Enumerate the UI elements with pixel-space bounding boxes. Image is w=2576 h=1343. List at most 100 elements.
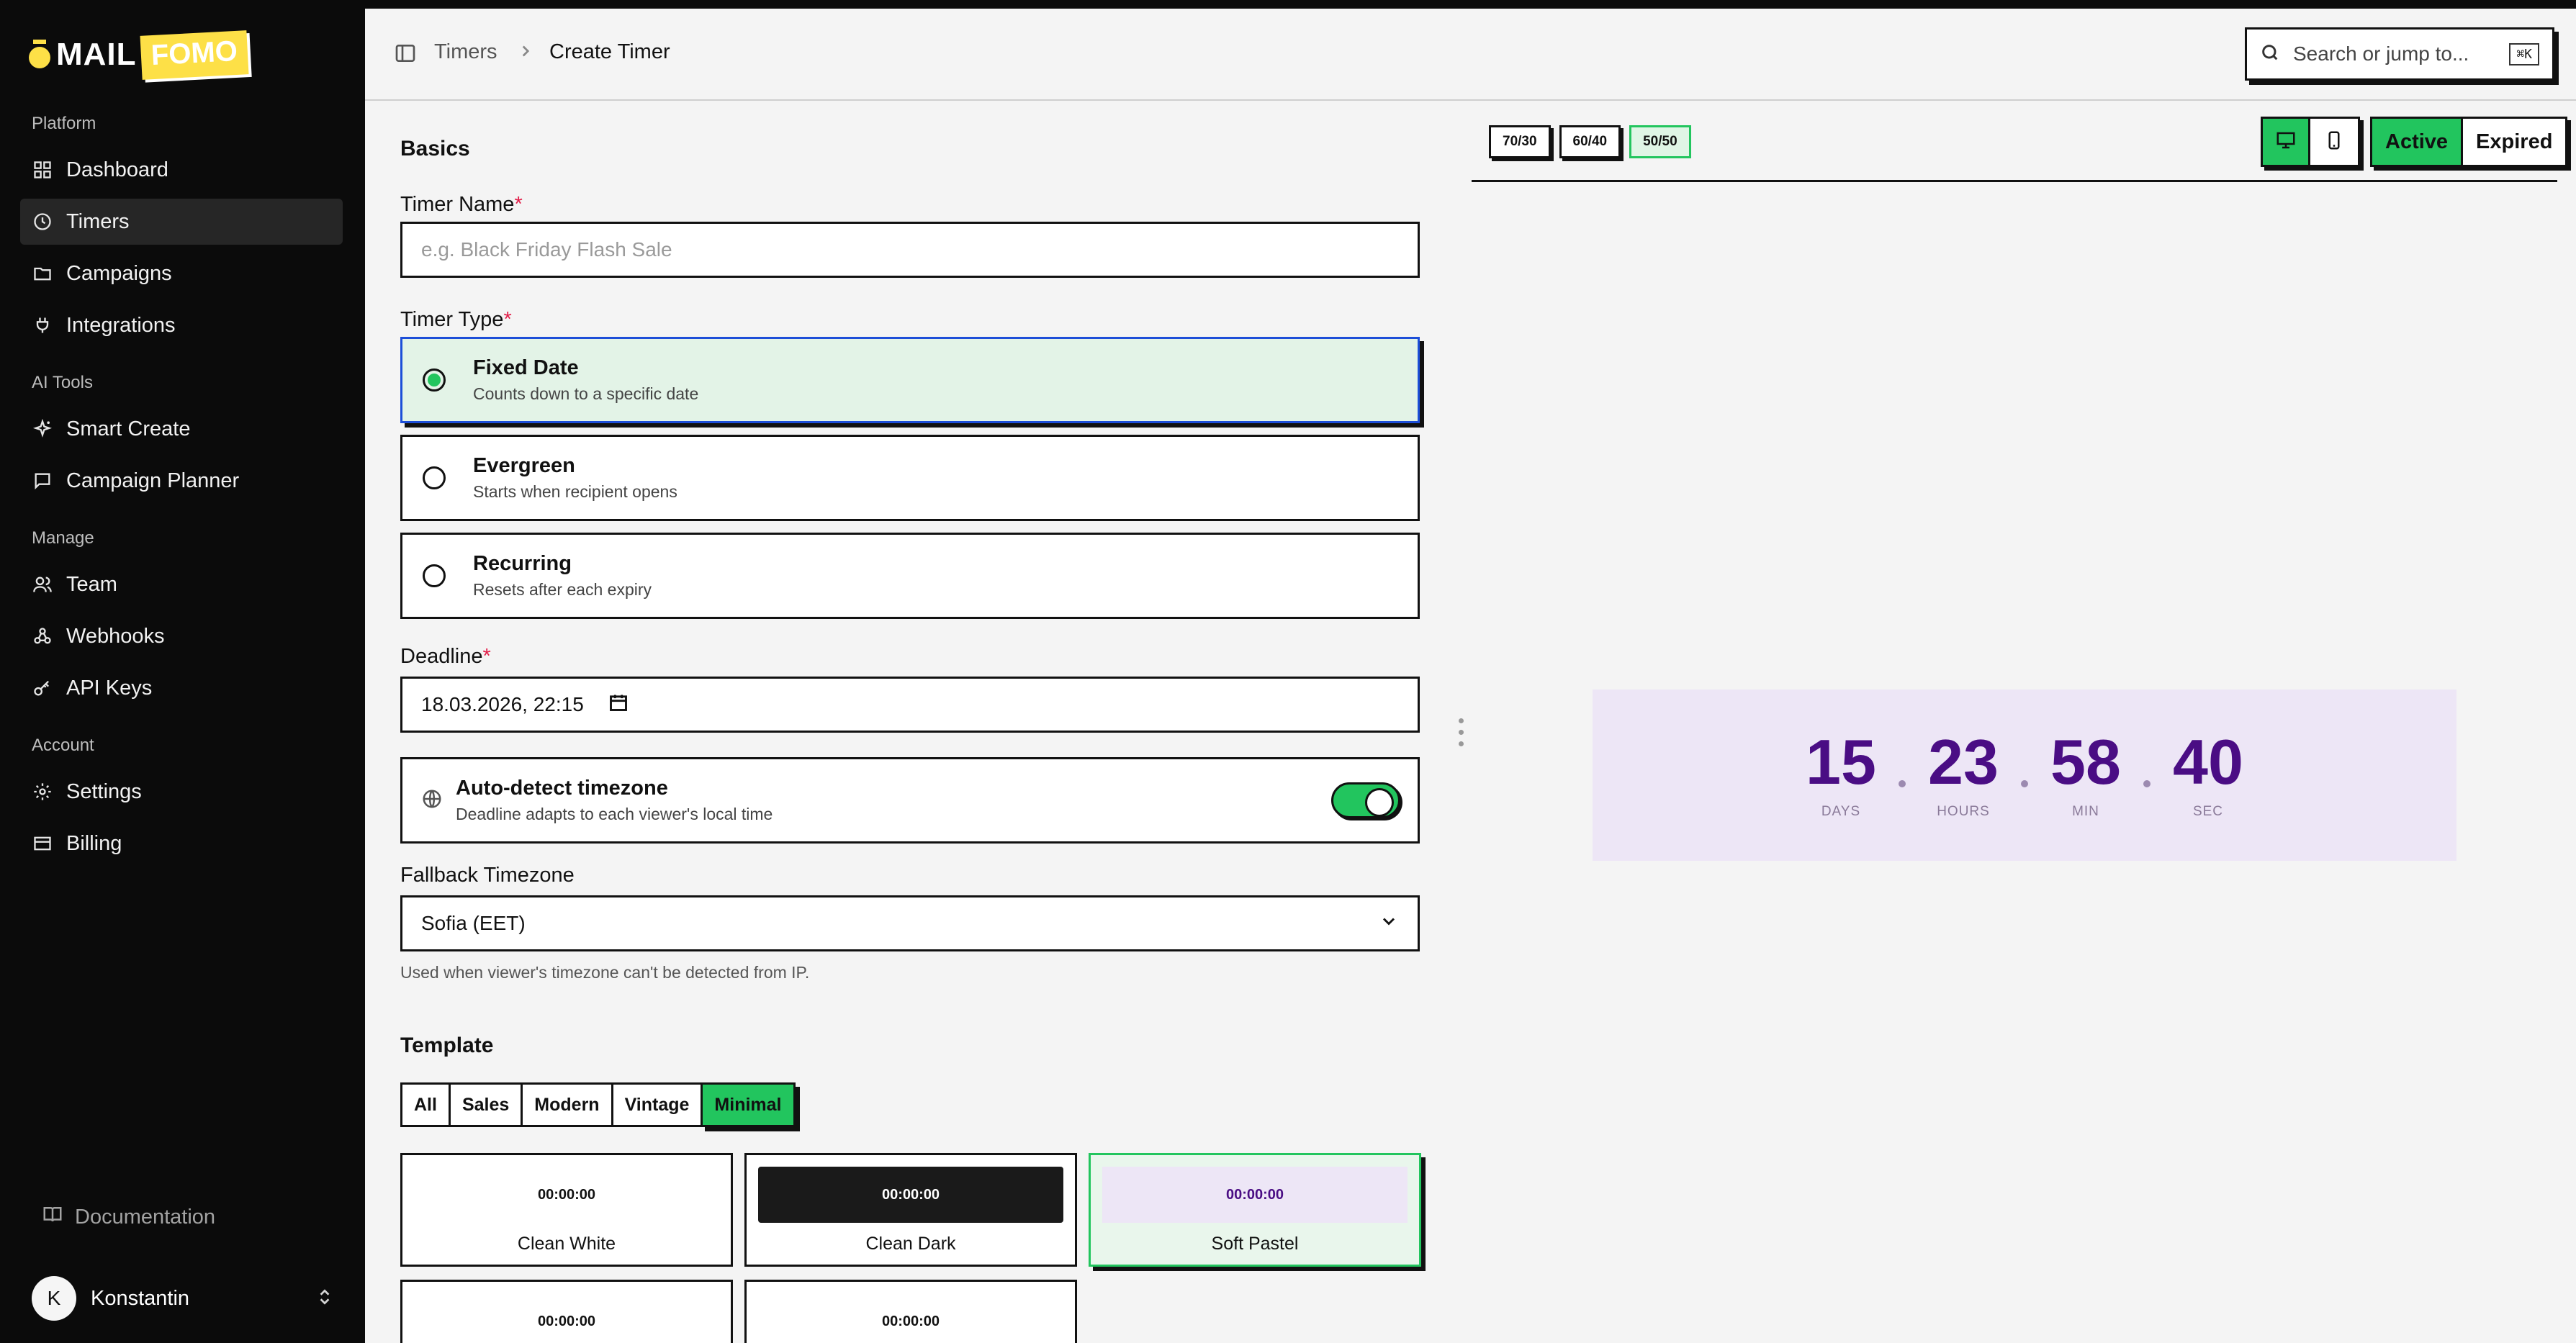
tab-vintage[interactable]: Vintage xyxy=(611,1082,703,1127)
template-preview: 00:00:00 xyxy=(758,1293,1063,1343)
users-icon xyxy=(32,574,53,595)
plug-icon xyxy=(32,315,53,336)
auto-detect-desc: Deadline adapts to each viewer's local t… xyxy=(456,805,773,823)
template-soft-pastel[interactable]: 00:00:00 Soft Pastel xyxy=(1089,1153,1421,1267)
timer-type-recurring[interactable]: Recurring Resets after each expiry xyxy=(400,533,1420,619)
countdown-seconds: 40 SEC xyxy=(2165,731,2251,820)
resize-handle[interactable] xyxy=(1459,718,1466,753)
mobile-preview-button[interactable] xyxy=(2310,119,2358,165)
sidebar-toggle-icon[interactable] xyxy=(394,42,417,65)
search-input[interactable]: Search or jump to... ⌘K xyxy=(2245,27,2554,81)
sidebar-item-team[interactable]: Team xyxy=(20,561,343,607)
deadline-value: 18.03.2026, 22:15 xyxy=(421,693,584,715)
top-bar: Timers Create Timer Search or jump to...… xyxy=(365,9,2576,101)
sidebar-item-billing[interactable]: Billing xyxy=(20,820,343,867)
documentation-link[interactable]: Documentation xyxy=(42,1203,215,1231)
device-toggle xyxy=(2261,117,2360,167)
template-filter-tabs: All Sales Modern Vintage Minimal xyxy=(400,1082,796,1127)
message-square-icon xyxy=(32,470,53,492)
seconds-label: SEC xyxy=(2192,804,2224,819)
sidebar-item-campaigns[interactable]: Campaigns xyxy=(20,250,343,297)
sidebar-item-label: Billing xyxy=(66,831,122,855)
sidebar-item-campaign-planner[interactable]: Campaign Planner xyxy=(20,458,343,504)
fallback-timezone-select[interactable]: Sofia (EET) xyxy=(400,895,1420,951)
template-card[interactable]: 00:00:00 xyxy=(744,1280,1077,1343)
folder-icon xyxy=(32,263,53,284)
user-menu[interactable]: K Konstantin xyxy=(32,1275,334,1321)
radio-unselected[interactable] xyxy=(423,466,446,489)
desktop-preview-button[interactable] xyxy=(2263,119,2310,165)
tab-minimal[interactable]: Minimal xyxy=(701,1082,796,1127)
deadline-label: Deadline* xyxy=(400,645,491,668)
brand-logo[interactable]: MAIL FOMO xyxy=(29,27,249,82)
timer-type-evergreen[interactable]: Evergreen Starts when recipient opens xyxy=(400,435,1420,521)
sidebar-item-integrations[interactable]: Integrations xyxy=(20,302,343,348)
breadcrumb-current: Create Timer xyxy=(549,40,670,63)
deadline-input[interactable]: 18.03.2026, 22:15 xyxy=(400,677,1420,733)
sidebar-item-webhooks[interactable]: Webhooks xyxy=(20,613,343,659)
brand-name-mail: MAIL xyxy=(56,37,137,72)
ratio-70-30[interactable]: 70/30 xyxy=(1489,125,1551,158)
countdown-preview: 15 DAYS 23 HOURS 58 MIN 40 SEC xyxy=(1593,689,2456,861)
breadcrumb-timers[interactable]: Timers xyxy=(434,40,497,64)
timer-name-input[interactable]: e.g. Black Friday Flash Sale xyxy=(400,222,1420,278)
sidebar-item-label: Webhooks xyxy=(66,624,165,648)
timer-name-label: Timer Name* xyxy=(400,193,523,216)
timer-type-desc: Starts when recipient opens xyxy=(473,482,677,501)
stopwatch-icon xyxy=(29,40,50,68)
sidebar-item-settings[interactable]: Settings xyxy=(20,769,343,815)
sidebar-item-label: Integrations xyxy=(66,313,176,337)
sidebar-item-label: API Keys xyxy=(66,676,153,700)
timer-type-desc: Counts down to a specific date xyxy=(473,384,699,403)
fallback-helper-text: Used when viewer's timezone can't be det… xyxy=(400,963,810,982)
days-label: DAYS xyxy=(1821,804,1861,819)
auto-detect-title: Auto-detect timezone xyxy=(456,777,668,800)
template-name: Soft Pastel xyxy=(1211,1234,1299,1254)
book-icon xyxy=(42,1203,75,1231)
clock-icon xyxy=(32,211,53,232)
tab-modern[interactable]: Modern xyxy=(521,1082,613,1127)
top-strip xyxy=(365,0,2576,9)
sidebar-item-dashboard[interactable]: Dashboard xyxy=(20,147,343,193)
state-expired-button[interactable]: Expired xyxy=(2463,119,2566,165)
radio-selected[interactable] xyxy=(423,368,446,392)
template-clean-dark[interactable]: 00:00:00 Clean Dark xyxy=(744,1153,1077,1267)
basics-title: Basics xyxy=(400,137,470,160)
template-preview: 00:00:00 xyxy=(414,1293,719,1343)
sidebar-item-smart-create[interactable]: Smart Create xyxy=(20,406,343,452)
sidebar-item-label: Timers xyxy=(66,209,130,233)
nav-section-manage: Manage xyxy=(32,528,94,548)
sidebar-item-label: Settings xyxy=(66,779,142,803)
sidebar-item-label: Smart Create xyxy=(66,417,191,440)
timer-type-fixed-date[interactable]: Fixed Date Counts down to a specific dat… xyxy=(400,337,1420,423)
auto-detect-toggle[interactable] xyxy=(1331,782,1400,818)
grid-icon xyxy=(32,159,53,181)
preview-divider xyxy=(1472,180,2557,182)
ratio-50-50[interactable]: 50/50 xyxy=(1629,125,1691,158)
brand-name-fomo: FOMO xyxy=(140,30,249,80)
template-clean-white[interactable]: 00:00:00 Clean White xyxy=(400,1153,733,1267)
template-card[interactable]: 00:00:00 xyxy=(400,1280,733,1343)
credit-card-icon xyxy=(32,833,53,854)
fallback-timezone-label: Fallback Timezone xyxy=(400,864,575,887)
separator-dot xyxy=(1899,780,1906,787)
timer-type-label: Timer Type* xyxy=(400,308,512,331)
split-ratio-group: 70/30 60/40 50/50 xyxy=(1489,125,1700,158)
webhook-icon xyxy=(32,625,53,647)
timer-type-title: Recurring xyxy=(473,552,572,575)
template-preview: 00:00:00 xyxy=(758,1167,1063,1223)
state-active-button[interactable]: Active xyxy=(2372,119,2464,165)
radio-unselected[interactable] xyxy=(423,564,446,587)
sidebar-item-timers[interactable]: Timers xyxy=(20,199,343,245)
documentation-label: Documentation xyxy=(75,1205,216,1229)
key-icon xyxy=(32,677,53,699)
tab-all[interactable]: All xyxy=(400,1082,451,1127)
timer-name-placeholder: e.g. Black Friday Flash Sale xyxy=(421,238,672,261)
ratio-60-40[interactable]: 60/40 xyxy=(1559,125,1621,158)
sidebar-item-api-keys[interactable]: API Keys xyxy=(20,665,343,711)
tab-sales[interactable]: Sales xyxy=(448,1082,523,1127)
user-name: Konstantin xyxy=(91,1286,190,1310)
calendar-icon[interactable] xyxy=(584,692,629,718)
template-name: Clean White xyxy=(517,1234,616,1254)
minutes-value: 58 xyxy=(2050,726,2121,797)
